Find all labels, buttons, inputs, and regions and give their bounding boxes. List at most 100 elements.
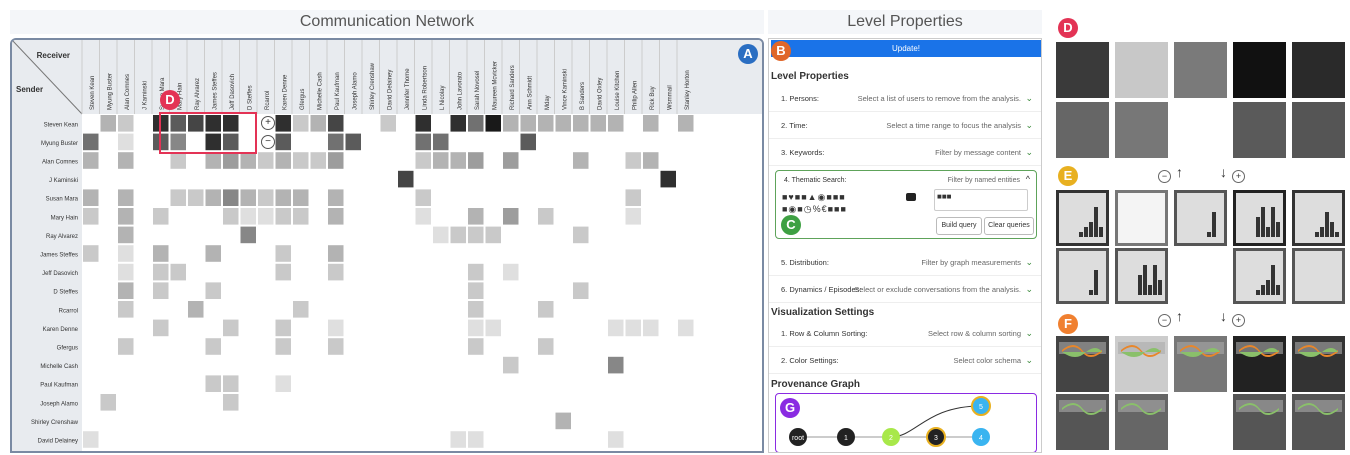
matrix-cell[interactable]: [223, 152, 239, 169]
column-label[interactable]: John Lavorato: [457, 71, 463, 110]
matrix-cell[interactable]: [293, 301, 309, 318]
matrix-cell[interactable]: [538, 208, 554, 225]
matrix-cell[interactable]: [83, 189, 99, 206]
matrix-cell[interactable]: [205, 338, 222, 355]
stream-tile[interactable]: [1056, 394, 1109, 450]
matrix-cell[interactable]: [608, 115, 624, 132]
matrix-cell[interactable]: [433, 152, 449, 169]
matrix-cell[interactable]: [608, 319, 624, 337]
stream-tile[interactable]: [1292, 394, 1345, 450]
matrix-cell[interactable]: [485, 115, 502, 132]
overview-tile[interactable]: [1056, 102, 1109, 158]
histogram-tile[interactable]: [1115, 248, 1168, 304]
row-label[interactable]: Paul Kaufman: [40, 383, 78, 389]
matrix-cell[interactable]: [100, 115, 117, 132]
matrix-cell[interactable]: [275, 319, 292, 337]
matrix-cell[interactable]: [468, 226, 484, 244]
row-label[interactable]: Alan Comnes: [42, 160, 78, 166]
column-label[interactable]: Philip Allen: [632, 81, 638, 110]
chevron-down-icon[interactable]: ⌄: [1025, 320, 1033, 347]
matrix-cell[interactable]: [450, 431, 467, 448]
matrix-cell[interactable]: [310, 152, 327, 169]
overview-tile[interactable]: [1233, 42, 1286, 98]
matrix-cell[interactable]: [223, 319, 239, 337]
overview-tile[interactable]: [1056, 42, 1109, 98]
matrix-cell[interactable]: [328, 319, 344, 337]
matrix-cell[interactable]: [328, 338, 344, 355]
zoom-in-icon[interactable]: +: [1232, 170, 1245, 183]
column-label[interactable]: Stanley Horton: [685, 70, 691, 110]
column-label[interactable]: Louise Kitchen: [615, 71, 621, 110]
column-label[interactable]: Karen Denne: [282, 74, 288, 110]
matrix-cell[interactable]: [678, 319, 694, 337]
matrix-cell[interactable]: [328, 245, 344, 262]
adjacency-matrix[interactable]: Receiver Sender Steven Kean Myung Buster Ala…: [12, 40, 764, 453]
row-label[interactable]: Karen Denne: [43, 327, 79, 333]
drop-icon[interactable]: [906, 193, 916, 201]
column-label[interactable]: Sarah Novosel: [475, 71, 481, 110]
matrix-cell[interactable]: [205, 375, 222, 392]
row-label[interactable]: Gfergus: [57, 346, 78, 352]
matrix-cell[interactable]: [275, 338, 292, 355]
matrix-cell[interactable]: [118, 152, 134, 169]
matrix-cell[interactable]: [468, 282, 484, 299]
matrix-cell[interactable]: [328, 115, 344, 132]
matrix-cell[interactable]: [153, 319, 169, 337]
overview-tile[interactable]: [1233, 102, 1286, 158]
row-label[interactable]: Shirley Crenshaw: [31, 420, 79, 426]
matrix-cell[interactable]: [328, 263, 344, 281]
matrix-cell[interactable]: [83, 208, 99, 225]
column-label[interactable]: Steven Kean: [90, 76, 96, 110]
clear-queries-button[interactable]: Clear queries: [984, 217, 1034, 235]
chevron-down-icon[interactable]: ⌄: [1025, 276, 1033, 303]
column-label[interactable]: David Delainey: [387, 70, 393, 110]
column-label[interactable]: Jennifer Thome: [405, 68, 411, 110]
matrix-cell[interactable]: [415, 115, 432, 132]
histogram-tile[interactable]: [1056, 248, 1109, 304]
row-label[interactable]: Rcarrol: [59, 308, 78, 314]
column-label[interactable]: Mday: [545, 95, 551, 110]
matrix-cell[interactable]: [153, 282, 169, 299]
row-label[interactable]: Michelle Cash: [40, 364, 78, 370]
matrix-cell[interactable]: [328, 133, 344, 151]
matrix-cell[interactable]: [170, 263, 187, 281]
chevron-up-icon[interactable]: ^: [1026, 174, 1030, 184]
column-label[interactable]: Shirley Crenshaw: [370, 62, 376, 110]
matrix-cell[interactable]: [328, 152, 344, 169]
column-label[interactable]: Myung Buster: [107, 73, 113, 110]
histogram-tile[interactable]: [1292, 190, 1345, 246]
matrix-cell[interactable]: [223, 189, 239, 206]
matrix-cell[interactable]: [573, 226, 589, 244]
matrix-cell[interactable]: [468, 301, 484, 318]
column-label[interactable]: Michelle Cash: [317, 72, 323, 110]
column-label[interactable]: L Nicolay: [440, 86, 446, 110]
column-label[interactable]: Rcarrol: [265, 91, 271, 110]
matrix-cell[interactable]: [503, 208, 519, 225]
matrix-cell[interactable]: [205, 152, 222, 169]
update-button[interactable]: Update!: [771, 40, 1041, 57]
matrix-cell[interactable]: [170, 152, 187, 169]
matrix-cell[interactable]: [118, 189, 134, 206]
query-field[interactable]: ■■■: [934, 189, 1028, 211]
column-label[interactable]: Alan Comnes: [125, 74, 131, 110]
property-row[interactable]: 3. Keywords: Filter by message content ⌄: [769, 139, 1041, 166]
matrix-cell[interactable]: [293, 115, 309, 132]
property-row[interactable]: 1. Row & Column Sorting: Select row & col…: [769, 320, 1041, 347]
matrix-cell[interactable]: [118, 245, 134, 262]
histogram-tile[interactable]: [1292, 248, 1345, 304]
matrix-cell[interactable]: [275, 245, 292, 262]
column-label[interactable]: Linda Robertson: [422, 66, 428, 110]
chevron-down-icon[interactable]: ⌄: [1025, 347, 1033, 374]
column-label[interactable]: B Sanders: [580, 82, 586, 110]
histogram-tile[interactable]: [1233, 248, 1286, 304]
matrix-cell[interactable]: [188, 301, 204, 318]
histogram-tile[interactable]: [1233, 190, 1286, 246]
overview-tile[interactable]: [1292, 42, 1345, 98]
matrix-cell[interactable]: [205, 282, 222, 299]
matrix-cell[interactable]: [643, 319, 659, 337]
column-label[interactable]: James Steffes: [212, 72, 218, 110]
row-label[interactable]: David Delainey: [38, 439, 78, 445]
matrix-cell[interactable]: [240, 208, 257, 225]
matrix-cell[interactable]: [520, 133, 537, 151]
column-label[interactable]: Vince Kaminski: [562, 69, 568, 110]
